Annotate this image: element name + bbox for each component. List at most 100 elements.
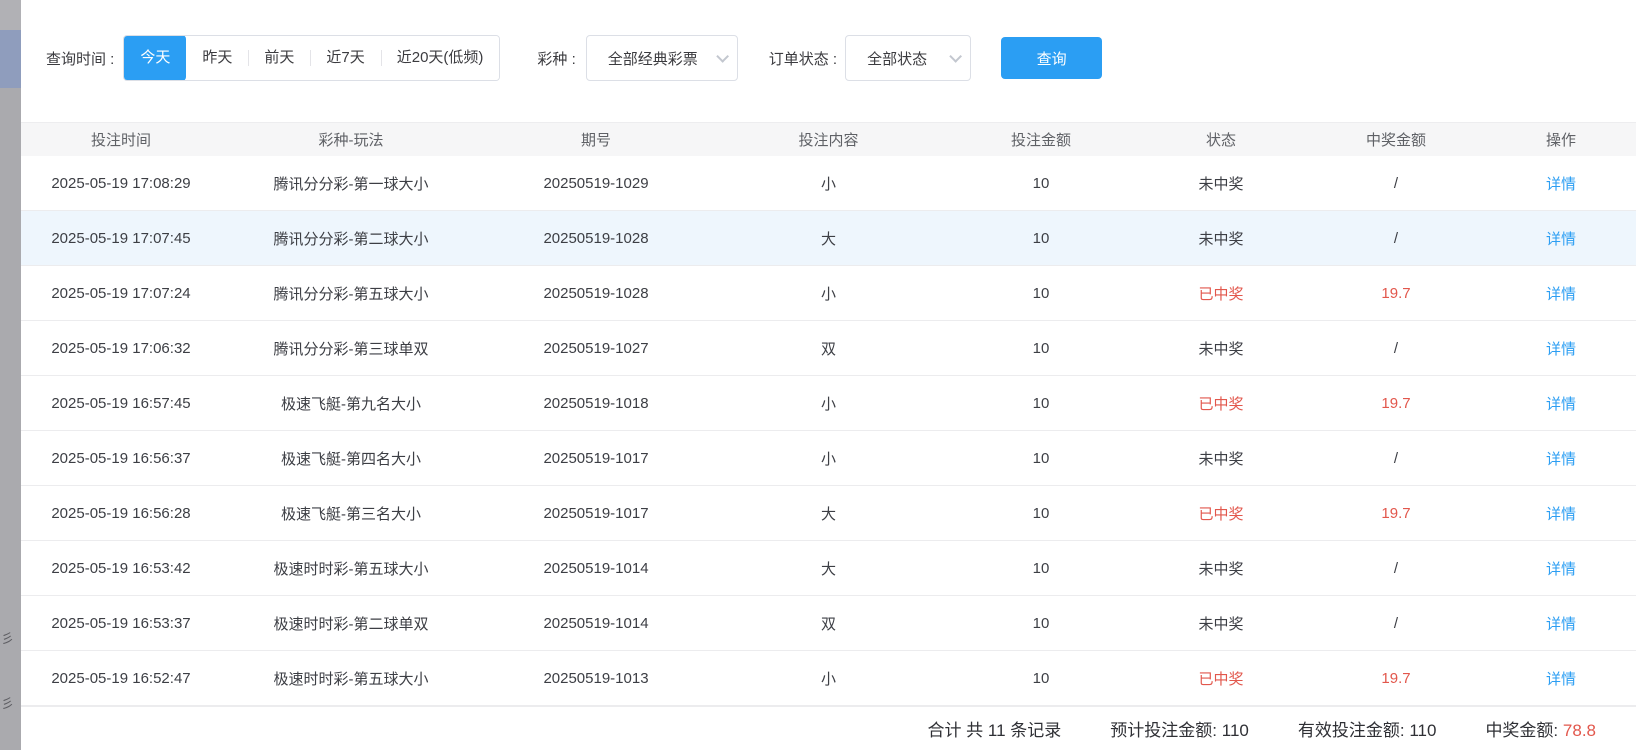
col-header-period: 期号 xyxy=(481,129,711,150)
valid-bet-amount: 有效投注金额: 110 xyxy=(1298,716,1437,741)
detail-link[interactable]: 详情 xyxy=(1546,451,1576,468)
bet-content-cell: 双 xyxy=(711,338,946,359)
col-header-bet-amount: 投注金额 xyxy=(946,129,1136,150)
detail-link[interactable]: 详情 xyxy=(1546,616,1576,633)
bet-time-cell: 2025-05-19 16:53:37 xyxy=(21,615,221,632)
bet-time-cell: 2025-05-19 17:06:32 xyxy=(21,340,221,357)
total-records-text: 合计 共 11 条记录 xyxy=(927,716,1061,741)
actions-cell: 详情 xyxy=(1486,448,1636,469)
time-filter-group: 今天 昨天 前天 近7天 近20天(低频) xyxy=(123,35,500,81)
actions-cell: 详情 xyxy=(1486,173,1636,194)
lottery-play-cell: 极速时时彩-第二球单双 xyxy=(221,613,481,634)
period-cell: 20250519-1013 xyxy=(481,670,711,687)
query-button[interactable]: 查询 xyxy=(1001,37,1102,79)
period-cell: 20250519-1028 xyxy=(481,230,711,247)
time-option-last-20-days[interactable]: 近20天(低频) xyxy=(381,35,500,81)
table-row: 2025-05-19 17:07:24 腾讯分分彩-第五球大小 20250519… xyxy=(21,266,1636,321)
prize-cell: 19.7 xyxy=(1306,670,1486,687)
order-status-label: 订单状态 : xyxy=(769,48,837,69)
time-option-day-before[interactable]: 前天 xyxy=(248,35,310,81)
period-cell: 20250519-1018 xyxy=(481,395,711,412)
status-cell: 未中奖 xyxy=(1136,448,1306,469)
period-cell: 20250519-1014 xyxy=(481,560,711,577)
status-cell: 未中奖 xyxy=(1136,173,1306,194)
chevron-down-icon xyxy=(716,50,729,63)
lottery-play-cell: 极速时时彩-第五球大小 xyxy=(221,668,481,689)
bet-amount-cell: 10 xyxy=(946,505,1136,522)
chevron-down-icon xyxy=(949,50,962,63)
bet-content-cell: 小 xyxy=(711,393,946,414)
clipped-menu-text: 彡 xyxy=(1,697,21,710)
total-prize-amount: 中奖金额: 78.8 xyxy=(1485,716,1596,741)
actions-cell: 详情 xyxy=(1486,228,1636,249)
order-status-value: 全部状态 xyxy=(867,48,927,69)
bet-amount-cell: 10 xyxy=(946,670,1136,687)
actions-cell: 详情 xyxy=(1486,503,1636,524)
summary-bar: 合计 共 11 条记录 预计投注金额: 110 有效投注金额: 110 中奖金额… xyxy=(21,706,1636,750)
col-header-bet-time: 投注时间 xyxy=(21,129,221,150)
actions-cell: 详情 xyxy=(1486,558,1636,579)
table-row: 2025-05-19 16:53:42 极速时时彩-第五球大小 20250519… xyxy=(21,541,1636,596)
status-cell: 未中奖 xyxy=(1136,558,1306,579)
background-menu-highlight xyxy=(0,30,21,88)
col-header-prize: 中奖金额 xyxy=(1306,129,1486,150)
actions-cell: 详情 xyxy=(1486,613,1636,634)
status-cell: 已中奖 xyxy=(1136,283,1306,304)
table-row: 2025-05-19 17:07:45 腾讯分分彩-第二球大小 20250519… xyxy=(21,211,1636,266)
lottery-play-cell: 极速飞艇-第三名大小 xyxy=(221,503,481,524)
bet-amount-cell: 10 xyxy=(946,450,1136,467)
lottery-play-cell: 极速时时彩-第五球大小 xyxy=(221,558,481,579)
time-option-today[interactable]: 今天 xyxy=(124,35,186,81)
background-page-top xyxy=(0,0,21,30)
detail-link[interactable]: 详情 xyxy=(1546,396,1576,413)
actions-cell: 详情 xyxy=(1486,283,1636,304)
bet-time-cell: 2025-05-19 17:07:24 xyxy=(21,285,221,302)
lottery-play-cell: 腾讯分分彩-第一球大小 xyxy=(221,173,481,194)
clipped-menu-text: 彡 xyxy=(1,632,21,645)
detail-link[interactable]: 详情 xyxy=(1546,286,1576,303)
bet-time-cell: 2025-05-19 17:08:29 xyxy=(21,175,221,192)
bet-content-cell: 大 xyxy=(711,558,946,579)
period-cell: 20250519-1028 xyxy=(481,285,711,302)
period-cell: 20250519-1017 xyxy=(481,505,711,522)
col-header-actions: 操作 xyxy=(1486,129,1636,150)
lottery-type-label: 彩种 : xyxy=(537,48,575,69)
lottery-type-select[interactable]: 全部经典彩票 xyxy=(586,35,738,81)
bet-content-cell: 双 xyxy=(711,613,946,634)
orders-table: 投注时间 彩种-玩法 期号 投注内容 投注金额 状态 中奖金额 操作 2025-… xyxy=(21,122,1636,706)
detail-link[interactable]: 详情 xyxy=(1546,231,1576,248)
bet-amount-cell: 10 xyxy=(946,230,1136,247)
bet-amount-cell: 10 xyxy=(946,340,1136,357)
filter-bar: 查询时间 : 今天 昨天 前天 近7天 近20天(低频) 彩种 : 全部经典彩票… xyxy=(46,35,1102,81)
col-header-lottery-play: 彩种-玩法 xyxy=(221,129,481,150)
period-cell: 20250519-1029 xyxy=(481,175,711,192)
bet-time-cell: 2025-05-19 16:53:42 xyxy=(21,560,221,577)
detail-link[interactable]: 详情 xyxy=(1546,561,1576,578)
bet-time-cell: 2025-05-19 16:56:28 xyxy=(21,505,221,522)
time-option-last-7-days[interactable]: 近7天 xyxy=(310,35,380,81)
bet-amount-cell: 10 xyxy=(946,285,1136,302)
prize-cell: / xyxy=(1306,340,1486,357)
time-option-yesterday[interactable]: 昨天 xyxy=(186,35,248,81)
status-cell: 已中奖 xyxy=(1136,503,1306,524)
actions-cell: 详情 xyxy=(1486,393,1636,414)
detail-link[interactable]: 详情 xyxy=(1546,341,1576,358)
table-row: 2025-05-19 16:56:28 极速飞艇-第三名大小 20250519-… xyxy=(21,486,1636,541)
order-status-select[interactable]: 全部状态 xyxy=(845,35,971,81)
table-row: 2025-05-19 16:56:37 极速飞艇-第四名大小 20250519-… xyxy=(21,431,1636,486)
bet-amount-cell: 10 xyxy=(946,395,1136,412)
status-cell: 已中奖 xyxy=(1136,668,1306,689)
detail-link[interactable]: 详情 xyxy=(1546,671,1576,688)
table-row: 2025-05-19 16:52:47 极速时时彩-第五球大小 20250519… xyxy=(21,651,1636,706)
period-cell: 20250519-1017 xyxy=(481,450,711,467)
lottery-type-value: 全部经典彩票 xyxy=(608,48,698,69)
lottery-play-cell: 腾讯分分彩-第五球大小 xyxy=(221,283,481,304)
records-panel: 查询时间 : 今天 昨天 前天 近7天 近20天(低频) 彩种 : 全部经典彩票… xyxy=(21,0,1636,750)
period-cell: 20250519-1014 xyxy=(481,615,711,632)
order-records-screen: 彡 彡 查询时间 : 今天 昨天 前天 近7天 近20天(低频) 彩种 : 全部… xyxy=(0,0,1636,750)
lottery-play-cell: 极速飞艇-第九名大小 xyxy=(221,393,481,414)
period-cell: 20250519-1027 xyxy=(481,340,711,357)
table-header: 投注时间 彩种-玩法 期号 投注内容 投注金额 状态 中奖金额 操作 xyxy=(21,122,1636,156)
detail-link[interactable]: 详情 xyxy=(1546,506,1576,523)
detail-link[interactable]: 详情 xyxy=(1546,176,1576,193)
